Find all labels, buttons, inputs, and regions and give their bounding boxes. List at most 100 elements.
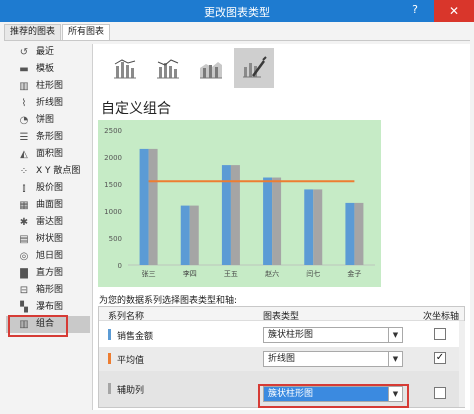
sidebar-item-line-chart[interactable]: ⌇ 折线图: [6, 95, 90, 112]
bar-chart-icon: ☰: [19, 132, 29, 143]
chart-type-select[interactable]: 折线图 ▼: [263, 351, 403, 367]
series-table-header: 系列名称 图表类型 次坐标轴: [99, 307, 464, 322]
chevron-down-icon[interactable]: ▼: [388, 328, 402, 342]
sidebar-item-label: X Y 散点图: [36, 166, 81, 176]
series-prompt: 为您的数据系列选择图表类型和轴:: [99, 296, 238, 306]
bar-helper: [354, 202, 364, 265]
bar-helper: [272, 177, 282, 265]
sidebar-item-label: 雷达图: [36, 217, 64, 227]
sidebar-item-column-chart[interactable]: ▥ 柱形图: [6, 78, 90, 95]
clustered-column-line-icon: [114, 59, 136, 79]
sidebar-item-label: 面积图: [36, 149, 64, 159]
chart-type-select[interactable]: 簇状柱形图 ▼: [263, 327, 403, 343]
sidebar-item-surface-chart[interactable]: ▦ 曲面图: [6, 197, 90, 214]
tab-all-charts[interactable]: 所有图表: [62, 24, 111, 40]
sidebar-item-bar-chart[interactable]: ☰ 条形图: [6, 129, 90, 146]
sidebar-item-label: 股价图: [36, 183, 64, 193]
close-button[interactable]: ✕: [434, 0, 474, 22]
sidebar-item-box-whisker-chart[interactable]: ⊟ 箱形图: [6, 282, 90, 299]
bar-sales: [221, 165, 231, 265]
stock-chart-icon: ⫾: [22, 183, 26, 194]
header-chart-type: 图表类型: [263, 312, 300, 322]
subtype-custom-combination[interactable]: [234, 48, 274, 88]
series-color-swatch: [108, 353, 111, 364]
chevron-down-icon[interactable]: ▼: [388, 352, 402, 366]
pie-chart-icon: ◔: [19, 115, 29, 126]
sidebar-item-label: 瀑布图: [36, 302, 64, 312]
x-tick-label: 李四: [183, 269, 197, 278]
template-folder-icon: ▬: [19, 64, 29, 75]
sidebar-item-area-chart[interactable]: ◭ 面积图: [6, 146, 90, 163]
sidebar-item-label: 模板: [36, 64, 55, 74]
sidebar-item-sunburst-chart[interactable]: ◎ 旭日图: [6, 248, 90, 265]
question-icon[interactable]: ?: [412, 3, 418, 16]
chart-type-value: 簇状柱形图: [268, 330, 314, 340]
check-icon: ✓: [435, 352, 445, 363]
secondary-axis-checkbox[interactable]: [434, 328, 446, 340]
subtype-stacked-area-column[interactable]: [191, 48, 231, 88]
sidebar-item-histogram-chart[interactable]: ▇ 直方图: [6, 265, 90, 282]
x-tick-label: 金子: [347, 269, 361, 278]
secondary-axis-checkbox[interactable]: ✓: [434, 352, 446, 364]
waterfall-chart-icon: ▚: [20, 302, 28, 313]
table-row: 销售金额 簇状柱形图 ▼: [99, 323, 464, 347]
line-chart-icon: ⌇: [21, 98, 27, 109]
chart-type-panel: 自定义组合 0 500 1000 1500 2000 2500 张三 李四 王五 赵六 闫七 金子 为…: [92, 44, 470, 410]
dialog-title: 更改图表类型: [204, 6, 270, 19]
series-name: 平均值: [117, 356, 145, 366]
sidebar-item-stock-chart[interactable]: ⫾ 股价图: [6, 180, 90, 197]
tab-strip: 推荐的图表 所有图表: [4, 24, 111, 40]
recent-icon: ↺: [19, 47, 29, 58]
subtype-clustered-column-line[interactable]: [105, 48, 145, 88]
sidebar-item-label: 直方图: [36, 268, 64, 278]
y-tick-label: 2500: [104, 127, 122, 135]
sidebar-item-waterfall-chart[interactable]: ▚ 瀑布图: [6, 299, 90, 316]
sidebar-item-treemap-chart[interactable]: ▤ 树状图: [6, 231, 90, 248]
bar-sales: [345, 202, 355, 265]
bar-sales: [263, 177, 273, 265]
sidebar-item-recent[interactable]: ↺ 最近: [6, 44, 90, 61]
title-bar: 更改图表类型 ? ✕: [0, 0, 474, 22]
area-chart-icon: ◭: [20, 149, 28, 160]
bar-helper: [230, 165, 240, 265]
secondary-axis-checkbox[interactable]: [434, 387, 446, 399]
histogram-chart-icon: ▇: [20, 268, 28, 279]
sidebar-item-template-folder[interactable]: ▬ 模板: [6, 61, 90, 78]
stacked-area-clustered-column-icon: [200, 62, 222, 79]
series-color-swatch: [108, 329, 111, 340]
scatter-chart-icon: ⁘: [19, 166, 29, 177]
series-color-swatch: [108, 383, 111, 394]
sidebar-item-label: 柱形图: [36, 81, 64, 91]
y-tick-label: 2000: [104, 154, 122, 162]
custom-combination-icon: [243, 56, 267, 78]
treemap-chart-icon: ▤: [19, 234, 29, 245]
sidebar-item-label: 条形图: [36, 132, 64, 142]
table-row: 平均值 折线图 ▼ ✓: [99, 347, 464, 371]
column-chart-icon: ▥: [19, 81, 29, 92]
bar-helper: [148, 148, 158, 265]
x-tick-label: 张三: [142, 269, 156, 278]
tab-recommended-charts[interactable]: 推荐的图表: [4, 24, 62, 40]
sidebar-item-radar-chart[interactable]: ✱ 雷达图: [6, 214, 90, 231]
y-tick-label: 0: [118, 262, 122, 270]
subtype-gallery: [105, 48, 277, 90]
y-tick-label: 1000: [104, 208, 122, 216]
bar-helper: [313, 189, 323, 265]
sidebar-item-label: 最近: [36, 47, 55, 57]
table-scrollbar[interactable]: [459, 321, 465, 407]
combo-highlight-box: [8, 315, 68, 337]
section-title: 自定义组合: [101, 101, 171, 117]
sidebar-item-pie-chart[interactable]: ◔ 饼图: [6, 112, 90, 129]
subtype-clustered-column-line-secondary[interactable]: [148, 48, 188, 88]
y-tick-label: 500: [109, 235, 122, 243]
preview-chart-svg: 0 500 1000 1500 2000 2500 张三 李四 王五 赵六 闫七 金子: [104, 127, 375, 278]
series-table: 系列名称 图表类型 次坐标轴 销售金额 簇状柱形图 ▼ 平均值 折线图 ▼ ✓ …: [98, 306, 465, 408]
chart-preview: 0 500 1000 1500 2000 2500 张三 李四 王五 赵六 闫七 金子: [98, 120, 381, 287]
sidebar-item-label: 树状图: [36, 234, 64, 244]
box-whisker-chart-icon: ⊟: [19, 285, 29, 296]
sidebar-item-label: 箱形图: [36, 285, 64, 295]
x-tick-label: 闫七: [306, 269, 320, 278]
header-secondary-axis: 次坐标轴: [423, 312, 460, 322]
sidebar-item-scatter-chart[interactable]: ⁘ X Y 散点图: [6, 163, 90, 180]
bar-sales: [304, 189, 314, 265]
